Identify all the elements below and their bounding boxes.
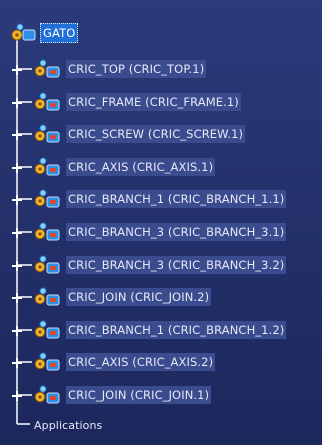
- plus-expander-icon[interactable]: [10, 388, 24, 402]
- tree-item-label[interactable]: CRIC_FRAME (CRIC_FRAME.1): [66, 93, 241, 111]
- product-gear-icon: [34, 91, 60, 113]
- tree-item-5[interactable]: CRIC_BRANCH_3 (CRIC_BRANCH_3.1): [8, 221, 308, 243]
- plus-expander-icon[interactable]: [10, 192, 24, 206]
- tree-item-label[interactable]: CRIC_JOIN (CRIC_JOIN.1): [66, 386, 212, 404]
- plus-expander-icon[interactable]: [10, 127, 24, 141]
- tree-item-label[interactable]: CRIC_TOP (CRIC_TOP.1): [66, 60, 207, 78]
- tree-item-label[interactable]: CRIC_BRANCH_3 (CRIC_BRANCH_3.2): [66, 256, 287, 274]
- product-gear-icon: [34, 254, 60, 276]
- product-gear-icon: [34, 286, 60, 308]
- product-gear-icon: [34, 221, 60, 243]
- tree-item-3[interactable]: CRIC_AXIS (CRIC_AXIS.1): [8, 156, 308, 178]
- tree-item-label[interactable]: CRIC_AXIS (CRIC_AXIS.2): [66, 353, 216, 371]
- tree-item-label[interactable]: CRIC_SCREW (CRIC_SCREW.1): [66, 125, 246, 143]
- tree-item-10[interactable]: CRIC_JOIN (CRIC_JOIN.1): [8, 384, 308, 406]
- tree-item-label[interactable]: CRIC_BRANCH_1 (CRIC_BRANCH_1.1): [66, 190, 287, 208]
- tree-item-label[interactable]: CRIC_BRANCH_1 (CRIC_BRANCH_1.2): [66, 321, 287, 339]
- product-gear-icon: [34, 351, 60, 373]
- plus-expander-icon[interactable]: [10, 355, 24, 369]
- tree-item-4[interactable]: CRIC_BRANCH_1 (CRIC_BRANCH_1.1): [8, 188, 308, 210]
- tree-root-label[interactable]: GATO: [40, 23, 79, 43]
- plus-expander-icon[interactable]: [10, 290, 24, 304]
- plus-expander-icon[interactable]: [10, 258, 24, 272]
- plus-expander-icon[interactable]: [10, 225, 24, 239]
- tree-item-label[interactable]: CRIC_JOIN (CRIC_JOIN.2): [66, 288, 212, 306]
- panel-edge-divider: [322, 0, 328, 445]
- product-gear-icon: [34, 188, 60, 210]
- tree-item-label[interactable]: CRIC_AXIS (CRIC_AXIS.1): [66, 158, 216, 176]
- product-gear-icon: [34, 319, 60, 341]
- tree-item-label[interactable]: CRIC_BRANCH_3 (CRIC_BRANCH_3.1): [66, 223, 287, 241]
- product-gear-icon: [34, 156, 60, 178]
- applications-node-label[interactable]: Applications: [32, 417, 104, 435]
- product-gear-icon: [34, 384, 60, 406]
- product-gear-icon: [10, 22, 36, 44]
- tree-item-0[interactable]: CRIC_TOP (CRIC_TOP.1): [8, 58, 308, 80]
- tree-item-8[interactable]: CRIC_BRANCH_1 (CRIC_BRANCH_1.2): [8, 319, 308, 341]
- product-gear-icon: [34, 58, 60, 80]
- plus-expander-icon[interactable]: [10, 323, 24, 337]
- product-gear-icon: [34, 123, 60, 145]
- plus-expander-icon[interactable]: [10, 62, 24, 76]
- plus-expander-icon[interactable]: [10, 160, 24, 174]
- tree-item-2[interactable]: CRIC_SCREW (CRIC_SCREW.1): [8, 123, 308, 145]
- tree-item-6[interactable]: CRIC_BRANCH_3 (CRIC_BRANCH_3.2): [8, 254, 308, 276]
- plus-expander-icon[interactable]: [10, 95, 24, 109]
- tree-item-9[interactable]: CRIC_AXIS (CRIC_AXIS.2): [8, 351, 308, 373]
- tree-item-1[interactable]: CRIC_FRAME (CRIC_FRAME.1): [8, 91, 308, 113]
- tree-item-7[interactable]: CRIC_JOIN (CRIC_JOIN.2): [8, 286, 308, 308]
- specification-tree-panel: GATO CRIC_TOP (CRIC_TOP.1) CRIC_FRAME (CR…: [0, 0, 328, 445]
